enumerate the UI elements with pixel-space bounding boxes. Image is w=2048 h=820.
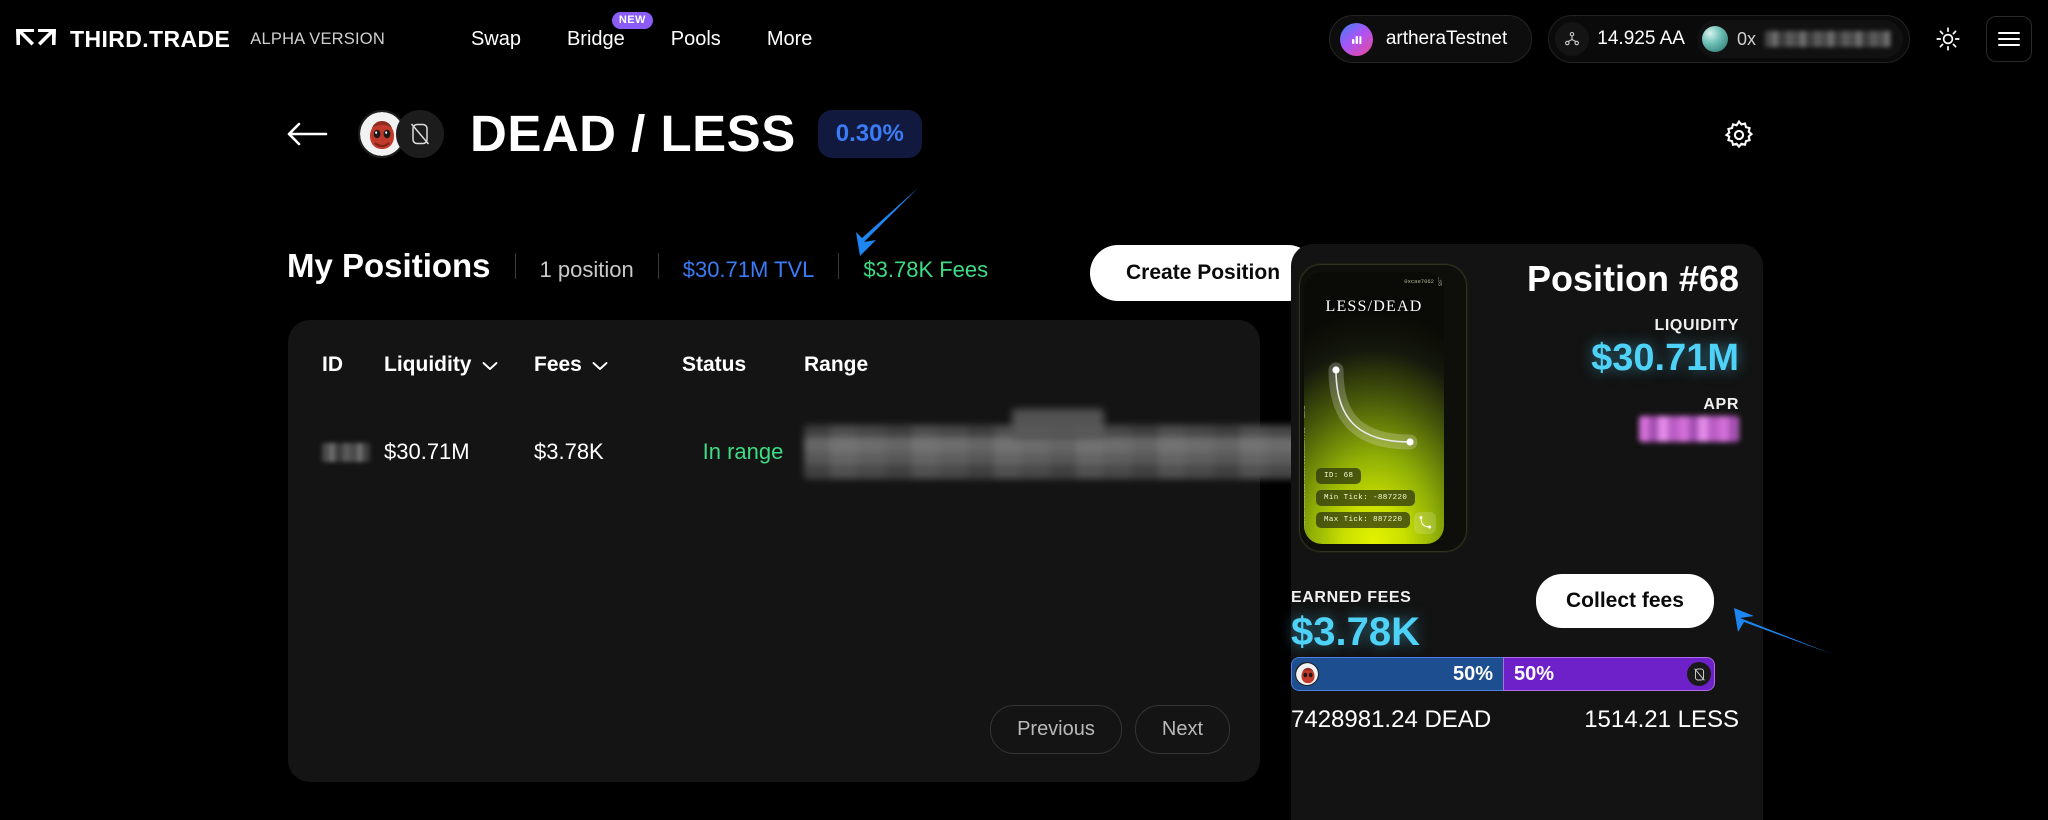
token-ratio-bar[interactable]: 50% 50% bbox=[1291, 657, 1715, 691]
column-header-fees-label: Fees bbox=[534, 353, 582, 376]
chain-selector[interactable]: artheraTestnet bbox=[1328, 15, 1533, 63]
column-header-status: Status bbox=[682, 353, 804, 377]
cell-liquidity: $30.71M bbox=[384, 439, 470, 464]
gear-icon[interactable] bbox=[1722, 118, 1756, 157]
header-right-cluster: artheraTestnet 14.925 AA 0x bbox=[1328, 15, 2032, 63]
column-header-range: Range bbox=[804, 353, 1260, 377]
token-ratio-right-pct: 50% bbox=[1514, 662, 1555, 685]
nft-liquidity-curve bbox=[1328, 362, 1418, 450]
divider bbox=[657, 253, 659, 279]
earned-fees-label: EARNED FEES bbox=[1291, 589, 1412, 606]
cell-range bbox=[804, 409, 1304, 483]
token-pair-icons bbox=[358, 109, 446, 158]
brand-logo[interactable]: THIRD.TRADE ALPHA VERSION bbox=[14, 26, 385, 53]
cell-fees: $3.78K bbox=[534, 439, 604, 464]
page-title: DEAD / LESS bbox=[470, 105, 796, 162]
position-detail-panel: LESS/DEAD ID: 68 Min Tick: -887220 Max T… bbox=[1291, 244, 1763, 820]
avatar bbox=[1701, 26, 1728, 52]
status-badge: In range bbox=[702, 438, 784, 464]
position-count: 1 position bbox=[539, 257, 634, 282]
nav-item-swap[interactable]: Swap bbox=[471, 28, 521, 51]
wallet-address-redacted bbox=[1765, 31, 1891, 47]
token0-amount: 7428981.24 DEAD bbox=[1291, 706, 1492, 733]
apr-label: APR bbox=[1703, 396, 1739, 413]
token-ratio-right: 50% bbox=[1503, 657, 1715, 691]
previous-page-button[interactable]: Previous bbox=[990, 705, 1122, 754]
hamburger-menu-icon[interactable] bbox=[1986, 16, 2032, 62]
nft-card-art: LESS/DEAD ID: 68 Min Tick: -887220 Max T… bbox=[1304, 272, 1444, 544]
pagination-controls: Previous Next bbox=[990, 705, 1230, 754]
less-token-icon bbox=[396, 109, 444, 158]
collect-fees-button[interactable]: Collect fees bbox=[1536, 574, 1714, 628]
range-current-price-marker-redacted bbox=[1012, 409, 1104, 439]
position-title: Position #68 bbox=[1526, 258, 1739, 299]
nav-item-more[interactable]: More bbox=[767, 28, 813, 51]
nft-corner-curve-icon bbox=[1414, 512, 1436, 534]
liquidity-value: $30.71M bbox=[1591, 337, 1739, 379]
brand-name: THIRD.TRADE bbox=[70, 25, 231, 52]
nav-item-more-label: More bbox=[766, 27, 813, 50]
dead-token-icon bbox=[1295, 662, 1319, 686]
positions-summary-bar: My Positions 1 position $30.71M TVL $3.7… bbox=[287, 247, 988, 285]
apr-value-redacted bbox=[1639, 416, 1739, 442]
nft-min-tick-tag: Min Tick: -887220 bbox=[1316, 490, 1416, 506]
new-badge: NEW bbox=[611, 11, 653, 29]
token-ratio-left-pct: 50% bbox=[1452, 662, 1493, 685]
position-nft-card: LESS/DEAD ID: 68 Min Tick: -887220 Max T… bbox=[1291, 264, 1467, 554]
chevron-down-icon bbox=[592, 353, 608, 377]
sun-icon[interactable] bbox=[1926, 17, 1970, 61]
positions-title: My Positions bbox=[287, 247, 491, 284]
token1-amount: 1514.21 LESS bbox=[1584, 706, 1739, 733]
nft-hash-top: 0xcae7062 bbox=[1404, 278, 1434, 285]
fee-tier-badge: 0.30% bbox=[817, 109, 922, 158]
column-header-range-label: Range bbox=[804, 353, 869, 376]
nav-item-swap-label: Swap bbox=[470, 27, 521, 50]
column-header-fees[interactable]: Fees bbox=[534, 353, 682, 377]
nft-hash-right: 0x7596b543j3871c8df8e88b7c8f7c57f0c47478… bbox=[1436, 272, 1442, 286]
chain-name: artheraTestnet bbox=[1385, 28, 1508, 49]
nav-item-pools-label: Pools bbox=[670, 27, 721, 50]
column-header-id: ID bbox=[288, 353, 384, 377]
less-token-icon bbox=[1687, 662, 1711, 686]
nav-item-bridge[interactable]: Bridge NEW bbox=[566, 11, 653, 51]
cell-id bbox=[288, 442, 384, 462]
arrow-left-icon[interactable] bbox=[285, 119, 329, 149]
gas-network-icon bbox=[1555, 22, 1590, 56]
chevron-down-icon bbox=[482, 353, 498, 377]
main-nav: Swap Bridge NEW Pools More bbox=[471, 11, 813, 51]
token-ratio-left: 50% bbox=[1291, 657, 1503, 691]
liquidity-label: LIQUIDITY bbox=[1654, 317, 1739, 334]
wallet-pill[interactable]: 14.925 AA 0x bbox=[1548, 15, 1910, 63]
positions-table-panel: ID Liquidity Fees Status Range $30.71M $… bbox=[288, 320, 1304, 782]
nav-item-pools[interactable]: Pools bbox=[671, 28, 721, 51]
table-header-row: ID Liquidity Fees Status Range bbox=[288, 320, 1260, 377]
top-navigation-bar: THIRD.TRADE ALPHA VERSION Swap Bridge NE… bbox=[0, 0, 2048, 78]
nft-hash-side: 0x871a700cdeda24015670d1cadd9f7ec · DEAD bbox=[1304, 405, 1307, 530]
wallet-address-chip[interactable]: 0x bbox=[1696, 20, 1903, 58]
column-header-status-label: Status bbox=[682, 353, 747, 376]
nft-id-tag: ID: 68 bbox=[1316, 468, 1362, 484]
divider bbox=[514, 253, 516, 279]
cell-id-redacted bbox=[322, 442, 370, 462]
nft-pair-name: LESS/DEAD bbox=[1325, 298, 1423, 315]
earned-fees-value: $3.78K bbox=[1291, 610, 1420, 654]
gas-balance: 14.925 AA bbox=[1597, 28, 1685, 49]
alpha-version-label: ALPHA VERSION bbox=[250, 29, 385, 48]
table-row[interactable]: $30.71M $3.78K In range bbox=[288, 409, 1304, 483]
total-tvl: $30.71M TVL bbox=[682, 257, 815, 282]
total-fees: $3.78K Fees bbox=[863, 257, 989, 282]
create-position-button[interactable]: Create Position bbox=[1090, 245, 1317, 301]
column-header-liquidity-label: Liquidity bbox=[384, 353, 472, 376]
column-header-id-label: ID bbox=[322, 353, 343, 376]
chain-logo-icon bbox=[1339, 22, 1373, 56]
nft-max-tick-tag: Max Tick: 887220 bbox=[1316, 512, 1411, 528]
next-page-button[interactable]: Next bbox=[1134, 705, 1230, 754]
third-trade-logo-icon bbox=[16, 29, 56, 46]
column-header-liquidity[interactable]: Liquidity bbox=[384, 353, 534, 377]
divider bbox=[838, 253, 840, 279]
nav-item-bridge-label: Bridge bbox=[566, 27, 625, 50]
app-root: THIRD.TRADE ALPHA VERSION Swap Bridge NE… bbox=[0, 0, 2048, 820]
wallet-address-prefix: 0x bbox=[1736, 28, 1756, 49]
